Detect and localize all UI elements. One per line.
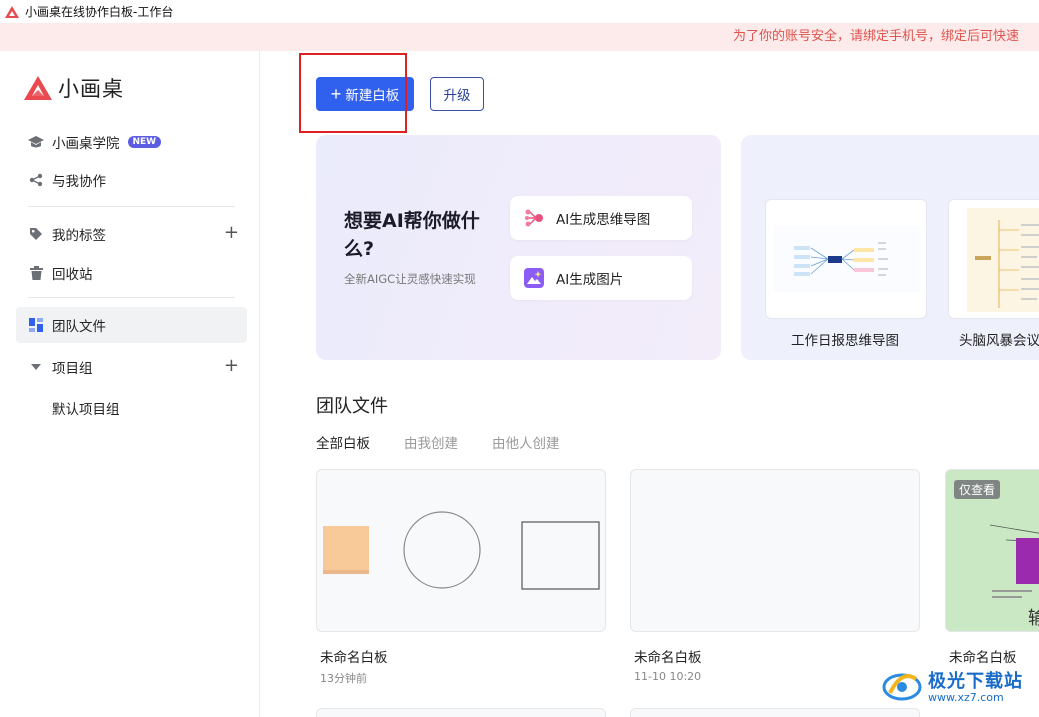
- templates-panel: 工作日报思维导图 头脑风暴会议: [741, 135, 1039, 360]
- brand-logo-icon: [24, 76, 52, 100]
- sidebar-item-label: 团队文件: [52, 319, 106, 335]
- template-card[interactable]: [765, 199, 927, 319]
- ai-banner-subtitle: 全新AIGC让灵感快速实现: [344, 272, 476, 286]
- board-card[interactable]: [630, 469, 920, 632]
- watermark-main-text: 极光下载站: [928, 670, 1023, 692]
- ai-image-button[interactable]: AI生成图片: [510, 256, 692, 300]
- template-preview: [774, 226, 920, 292]
- sidebar-item-academy[interactable]: 小画桌学院 NEW: [16, 124, 247, 160]
- title-bar: 小画桌在线协作白板-工作台: [0, 0, 1039, 23]
- sidebar-subitem-default-project[interactable]: 默认项目组: [52, 398, 120, 418]
- board-time: 13分钟前: [320, 672, 367, 685]
- share-icon: [28, 172, 44, 188]
- sidebar-item-label: 与我协作: [52, 174, 106, 190]
- board-card[interactable]: [630, 708, 920, 717]
- sidebar-item-label: 小画桌学院: [52, 136, 120, 152]
- sidebar-item-trash[interactable]: 回收站: [16, 255, 247, 291]
- tab-created-by-others[interactable]: 由他人创建: [492, 432, 560, 452]
- ai-mindmap-label: AI生成思维导图: [556, 212, 651, 228]
- sidebar-divider: [28, 206, 235, 207]
- brand-name: 小画桌: [58, 77, 124, 101]
- add-project-icon[interactable]: +: [224, 357, 239, 375]
- team-files-icon: [28, 317, 44, 333]
- tab-all-boards[interactable]: 全部白板: [316, 432, 370, 452]
- main-content: + 新建白板 升级 想要AI帮你做什么? 全新AIGC让灵感快速实现 AI生成思…: [261, 51, 1039, 717]
- caret-down-icon[interactable]: [28, 359, 44, 375]
- app-logo-icon: [5, 5, 19, 18]
- board-time: 11-10 10:20: [634, 670, 702, 683]
- ai-banner: 想要AI帮你做什么? 全新AIGC让灵感快速实现 AI生成思维导图 AI生成图片: [316, 135, 721, 360]
- sidebar-item-label: 项目组: [52, 361, 93, 377]
- new-badge: NEW: [127, 136, 162, 148]
- board-card[interactable]: [316, 708, 606, 717]
- template-card[interactable]: [948, 199, 1039, 319]
- annotation-highlight-box: [299, 53, 407, 133]
- security-notice-text: 为了你的账号安全，请绑定手机号，绑定后可快速: [733, 29, 1020, 44]
- window-title: 小画桌在线协作白板-工作台: [25, 5, 174, 19]
- security-notice[interactable]: 为了你的账号安全，请绑定手机号，绑定后可快速: [0, 23, 1039, 51]
- board-name[interactable]: 未命名白板: [320, 646, 388, 666]
- template-label[interactable]: 工作日报思维导图: [791, 329, 899, 349]
- sidebar: 小画桌 小画桌学院 NEW 与我协作 我的标签 + 回收站 团队文件 项目组 +…: [0, 51, 260, 717]
- sidebar-divider: [28, 297, 235, 298]
- trash-icon: [28, 265, 44, 281]
- board-card[interactable]: 输 仅查看: [945, 469, 1039, 632]
- ai-banner-title: 想要AI帮你做什么?: [344, 210, 480, 260]
- tag-icon: [28, 226, 44, 242]
- mindmap-icon: [525, 209, 543, 227]
- sidebar-item-label: 回收站: [52, 267, 93, 283]
- template-label[interactable]: 头脑风暴会议: [959, 329, 1039, 349]
- ai-mindmap-button[interactable]: AI生成思维导图: [510, 196, 692, 240]
- add-tag-icon[interactable]: +: [224, 224, 239, 242]
- ai-image-label: AI生成图片: [556, 272, 624, 288]
- image-gen-icon: [524, 268, 544, 288]
- sidebar-item-tags[interactable]: 我的标签 +: [16, 216, 247, 252]
- upgrade-button[interactable]: 升级: [430, 77, 484, 111]
- brand[interactable]: 小画桌: [24, 73, 124, 103]
- board-thumbnail: [323, 511, 600, 590]
- sidebar-item-team-files[interactable]: 团队文件: [16, 307, 247, 343]
- sidebar-item-label: 我的标签: [52, 228, 106, 244]
- board-card[interactable]: [316, 469, 606, 632]
- sidebar-item-project-group[interactable]: 项目组 +: [16, 349, 247, 385]
- site-watermark: 极光下载站 www.xz7.com: [880, 662, 1035, 708]
- board-preview-text: 输: [1028, 608, 1039, 629]
- section-title: 团队文件: [316, 396, 388, 417]
- tab-created-by-me[interactable]: 由我创建: [404, 432, 458, 452]
- template-preview: [967, 208, 1039, 312]
- watermark-logo-icon: [882, 673, 922, 701]
- board-name[interactable]: 未命名白板: [634, 646, 702, 666]
- watermark-sub-text: www.xz7.com: [928, 690, 1004, 704]
- sidebar-item-collab[interactable]: 与我协作: [16, 162, 247, 198]
- graduation-cap-icon: [28, 134, 44, 150]
- readonly-badge: 仅查看: [954, 480, 1001, 499]
